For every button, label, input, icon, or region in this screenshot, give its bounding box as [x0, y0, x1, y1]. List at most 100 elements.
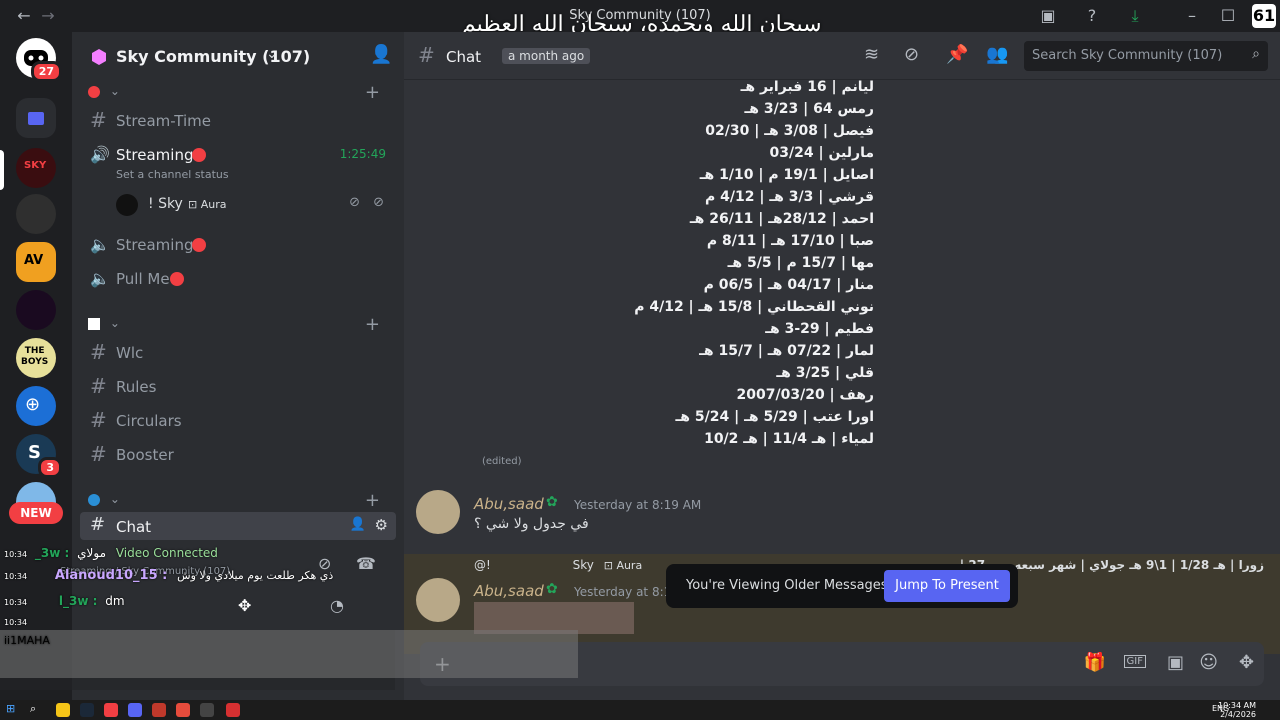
members-icon[interactable]: 👥 — [986, 44, 1008, 65]
voice-channel-pull-me[interactable]: 🔈 Pull Me — [88, 264, 388, 294]
voice-channel-streaming[interactable]: 🔈 Streaming — [88, 230, 388, 260]
active-pill — [0, 150, 4, 190]
avatar[interactable] — [416, 578, 460, 622]
category-globe[interactable]: ⌄ + — [88, 490, 388, 512]
mute-icon[interactable]: ⊘ — [318, 554, 331, 573]
overlay-chat-line: 10:34 l_3w : dm — [4, 594, 125, 608]
category-red[interactable]: ⌄ + — [88, 82, 388, 104]
taskbar-steam-icon[interactable] — [80, 703, 94, 717]
server-s-icon[interactable]: S 3 — [16, 434, 62, 478]
apps-icon[interactable]: ✥ — [1239, 652, 1254, 673]
server-av-icon[interactable]: AV — [16, 242, 56, 282]
emoji-icon[interactable]: ☺ — [1199, 652, 1218, 673]
chevron-down-icon: ⌄ — [109, 316, 120, 330]
message-author[interactable]: Abu,saad — [474, 495, 544, 513]
older-messages-bar: You're Viewing Older Messages Jump To Pr… — [666, 564, 1018, 608]
speaker-icon: 🔈 — [90, 235, 110, 254]
new-badge: NEW — [9, 502, 63, 524]
chevron-down-icon: ⌄ — [109, 84, 120, 98]
channel-stream-time[interactable]: # Stream-Time — [88, 106, 388, 136]
chat-area: # Chat a month ago ≋ ⊘ 📌 👥 Search Sky Co… — [404, 32, 1280, 700]
start-icon[interactable]: ⊞ — [6, 702, 15, 715]
inbox-icon[interactable]: ▣ — [1036, 4, 1060, 28]
taskbar-app-icon[interactable] — [104, 703, 118, 717]
channel-status-link[interactable]: Set a channel status — [116, 168, 229, 181]
taskbar-pin-icon[interactable] — [226, 703, 240, 717]
server-boys-icon[interactable]: THE BOYS — [16, 338, 56, 378]
home-button[interactable]: 27 — [16, 38, 62, 82]
server-header[interactable]: Sky Community (107) ⌄ 👤 — [72, 32, 404, 80]
server-dark-icon[interactable] — [16, 194, 56, 234]
message-author[interactable]: Abu,saad — [474, 582, 544, 600]
home-badge: 27 — [30, 61, 62, 82]
edited-label: (edited) — [482, 456, 522, 467]
list-item: اصايل | 19/1 م | 1/10 هـ — [699, 167, 874, 183]
voice-channel-streaming-active[interactable]: 🔊 Streaming 1:25:49 — [88, 140, 388, 170]
list-item: قلي | 3/25 هـ — [776, 365, 874, 381]
add-member-icon[interactable]: 👤 — [370, 44, 392, 65]
list-item: صبا | 17/10 هـ | 8/11 م — [706, 233, 874, 249]
stream-chat-overlay: 10:34 _3w : مولاي Video Connected Stream… — [0, 540, 400, 650]
voice-user-row[interactable]: ! Sky ⊡ Aura ⊘ ⊘ — [116, 192, 388, 218]
user-tag: ⊡ Aura — [188, 198, 227, 211]
add-channel-icon[interactable]: + — [365, 82, 380, 103]
activity-icon[interactable]: ✥ — [238, 596, 251, 615]
chat-header: # Chat a month ago ≋ ⊘ 📌 👥 Search Sky Co… — [404, 32, 1280, 80]
channel-circulars[interactable]: # Circulars — [88, 406, 388, 436]
soundboard-icon[interactable]: ◔ — [330, 596, 344, 615]
gift-icon[interactable]: 🎁 — [1084, 652, 1106, 673]
channel-chat-selected[interactable]: # Chat 👤 ⚙ — [80, 512, 396, 540]
message-text: في جدول ولا شي ؟ — [474, 516, 589, 532]
folder-icon[interactable] — [16, 98, 56, 138]
avatar[interactable] — [416, 490, 460, 534]
list-item: مها | 15/7 م | 5/5 هـ — [727, 255, 874, 271]
taskbar-explorer-icon[interactable] — [56, 703, 70, 717]
taskbar-app2-icon[interactable] — [152, 703, 166, 717]
hash-icon: # — [90, 108, 107, 132]
server-purple-icon[interactable] — [16, 290, 56, 330]
overlay-chat-line: 10:34 Alanoud10_15 : ذي هكر طلعت يوم ميل… — [4, 568, 334, 583]
taskbar-browser-icon[interactable] — [176, 703, 190, 717]
invite-icon[interactable]: 👤 — [350, 517, 366, 532]
channel-wlc[interactable]: # Wlc — [88, 338, 388, 368]
globe-icon — [88, 493, 100, 506]
pin-icon[interactable]: 📌 — [946, 44, 968, 65]
category-white[interactable]: ⌄ + — [88, 314, 388, 336]
channel-booster[interactable]: # Booster — [88, 440, 388, 470]
server-gamepad-icon[interactable]: ⊕ — [16, 386, 56, 426]
list-item: احمد | 28/12هـ | 26/11 هـ — [689, 211, 874, 227]
minimize-icon[interactable]: – — [1180, 4, 1204, 28]
add-channel-icon[interactable]: + — [365, 490, 380, 511]
list-item: فيصل | 3/08 هـ | 02/30 — [705, 123, 874, 139]
search-input[interactable]: Search Sky Community (107) ⌕ — [1024, 41, 1268, 71]
overlay-chat-user: ii1MAHA — [4, 634, 50, 647]
channel-rules[interactable]: # Rules — [88, 372, 388, 402]
notifications-muted-icon[interactable]: ⊘ — [904, 44, 919, 65]
older-notice: You're Viewing Older Messages — [686, 578, 888, 593]
taskbar-search-icon[interactable]: ⌕ — [30, 702, 36, 716]
sticker-icon[interactable]: ▣ — [1167, 652, 1184, 673]
voice-timer: 1:25:49 — [339, 147, 386, 161]
list-item: نوني القحطاني | 15/8 هـ | 4/12 م — [634, 299, 874, 315]
speaker-icon: 🔈 — [90, 269, 110, 288]
gif-icon[interactable]: GIF — [1123, 655, 1146, 668]
live-dot — [192, 238, 206, 252]
help-icon[interactable]: ? — [1080, 4, 1104, 28]
jump-to-present-button[interactable]: Jump To Present — [884, 570, 1010, 602]
threads-icon[interactable]: ≋ — [864, 44, 879, 65]
hash-icon: # — [90, 442, 107, 466]
add-channel-icon[interactable]: + — [365, 314, 380, 335]
speaker-icon: 🔊 — [90, 145, 110, 164]
server-sky-icon[interactable]: SKY — [16, 148, 56, 188]
disconnect-icon[interactable]: ☎ — [356, 554, 376, 573]
taskbar-app3-icon[interactable] — [200, 703, 214, 717]
maximize-icon[interactable]: ☐ — [1216, 4, 1240, 28]
time-hint: a month ago — [502, 48, 591, 64]
list-item: فطيم | 29-3 هـ — [765, 321, 874, 337]
gear-icon[interactable]: ⚙ — [375, 516, 388, 534]
list-item: اورا عتب | 5/29 هـ | 5/24 هـ — [675, 409, 875, 425]
taskbar-discord-icon[interactable] — [128, 703, 142, 717]
taskbar-clock[interactable]: 10:34 AM 2/4/2026 — [1218, 701, 1256, 719]
download-icon[interactable]: ⤓ — [1123, 4, 1147, 28]
category-dot — [88, 85, 100, 98]
